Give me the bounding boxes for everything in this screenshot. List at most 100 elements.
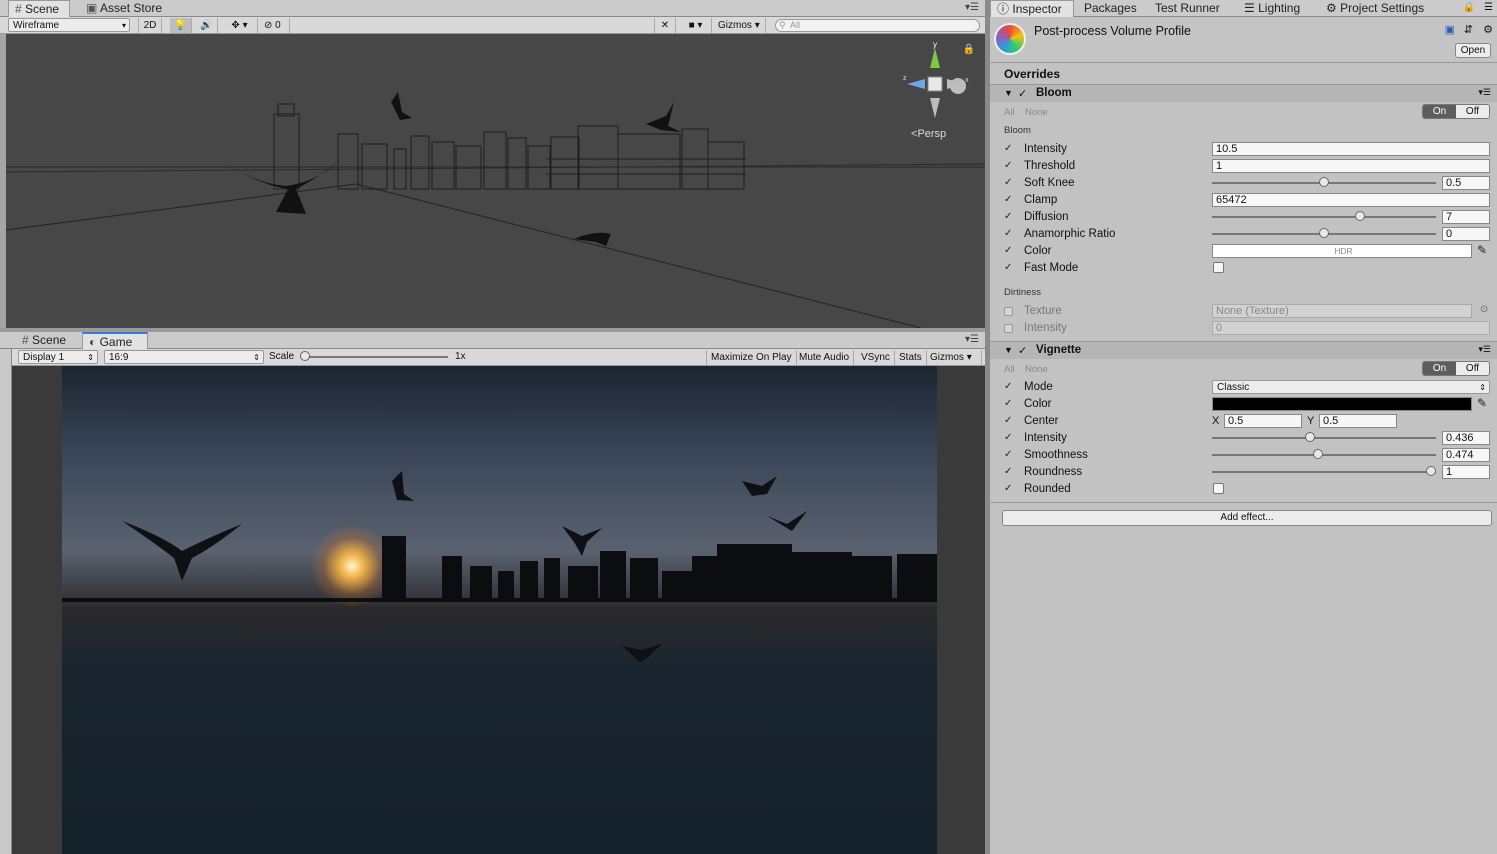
foldout-arrow-icon[interactable]: ▼ bbox=[1004, 88, 1013, 98]
lighting-toggle-icon[interactable]: 💡 bbox=[170, 18, 192, 33]
tab-inspector[interactable]: ⓘ Inspector bbox=[990, 0, 1074, 17]
eyedropper-icon[interactable]: ✎ bbox=[1477, 396, 1487, 410]
override-checkbox[interactable]: ✓ bbox=[1004, 144, 1014, 154]
tab-test-runner[interactable]: Test Runner bbox=[1149, 0, 1226, 17]
vignette-enabled-checkbox[interactable]: ✓ bbox=[1018, 344, 1027, 357]
tab-game[interactable]: ◐ Game bbox=[82, 332, 148, 349]
vignette-all-link[interactable]: All bbox=[1004, 364, 1015, 375]
preset-icon[interactable]: ⇵ bbox=[1464, 23, 1473, 36]
scene-viewport[interactable]: 🔒 y z x <Persp bbox=[6, 34, 985, 328]
anamorphic-field[interactable]: 0 bbox=[1442, 227, 1490, 241]
rounded-checkbox[interactable] bbox=[1213, 483, 1224, 494]
section-menu-icon[interactable]: ▾☰ bbox=[1478, 344, 1491, 355]
scale-slider[interactable] bbox=[300, 349, 448, 365]
tab-packages[interactable]: Packages bbox=[1078, 0, 1143, 17]
panel-menu-icon[interactable]: ▾☰ bbox=[965, 2, 979, 13]
draw-mode-dropdown[interactable]: Wireframe ▾ bbox=[8, 18, 130, 32]
anamorphic-slider[interactable] bbox=[1212, 226, 1436, 242]
section-menu-icon[interactable]: ▾☰ bbox=[1478, 87, 1491, 98]
scene-search-input[interactable]: ⚲ All bbox=[775, 19, 980, 32]
stats-button[interactable]: Stats bbox=[895, 350, 927, 365]
vignette-color-swatch[interactable] bbox=[1212, 397, 1472, 411]
center-x-field[interactable]: 0.5 bbox=[1224, 414, 1302, 428]
bloom-color-swatch[interactable]: HDR bbox=[1212, 244, 1472, 258]
soft-knee-slider[interactable] bbox=[1212, 175, 1436, 191]
override-checkbox[interactable]: ✓ bbox=[1004, 246, 1014, 256]
on-option[interactable]: On bbox=[1423, 362, 1456, 375]
override-checkbox[interactable]: ✓ bbox=[1004, 229, 1014, 239]
vignette-intensity-field[interactable]: 0.436 bbox=[1442, 431, 1490, 445]
mute-audio-button[interactable]: Mute Audio bbox=[795, 350, 855, 365]
bloom-all-link[interactable]: All bbox=[1004, 107, 1015, 118]
override-checkbox[interactable]: ✓ bbox=[1004, 416, 1014, 426]
bloom-enabled-checkbox[interactable]: ✓ bbox=[1018, 87, 1027, 100]
soft-knee-field[interactable]: 0.5 bbox=[1442, 176, 1490, 190]
center-y-field[interactable]: 0.5 bbox=[1319, 414, 1397, 428]
override-checkbox[interactable]: ✓ bbox=[1004, 212, 1014, 222]
on-option[interactable]: On bbox=[1423, 105, 1456, 118]
tab-lighting[interactable]: ☰ Lighting bbox=[1238, 0, 1306, 17]
orientation-gizmo[interactable]: y z x bbox=[903, 40, 973, 120]
scale-thumb[interactable] bbox=[300, 351, 310, 361]
help-icon[interactable]: ▣ bbox=[1445, 23, 1455, 36]
vignette-onoff-toggle[interactable]: On Off bbox=[1422, 361, 1490, 376]
2d-toggle[interactable]: 2D bbox=[138, 18, 162, 33]
override-checkbox[interactable] bbox=[1004, 324, 1013, 333]
maximize-on-play-button[interactable]: Maximize On Play bbox=[706, 350, 797, 365]
slider-thumb[interactable] bbox=[1313, 449, 1324, 459]
camera-icon[interactable]: ■ ▾ bbox=[680, 18, 712, 33]
bloom-threshold-field[interactable]: 1 bbox=[1212, 159, 1490, 173]
tab-project-settings[interactable]: ⚙ Project Settings bbox=[1320, 0, 1430, 17]
off-option[interactable]: Off bbox=[1456, 362, 1489, 375]
override-checkbox[interactable]: ✓ bbox=[1004, 382, 1014, 392]
vsync-button[interactable]: VSync bbox=[857, 350, 895, 365]
tab-asset-store[interactable]: ▣ Asset Store bbox=[80, 0, 168, 17]
roundness-slider[interactable] bbox=[1212, 464, 1436, 480]
slider-thumb[interactable] bbox=[1354, 211, 1365, 221]
override-checkbox[interactable]: ✓ bbox=[1004, 195, 1014, 205]
lock-icon[interactable]: 🔒 bbox=[1463, 2, 1475, 13]
override-checkbox[interactable]: ✓ bbox=[1004, 484, 1014, 494]
open-button[interactable]: Open bbox=[1455, 43, 1491, 58]
bloom-intensity-field[interactable]: 10.5 bbox=[1212, 142, 1490, 156]
bloom-clamp-field[interactable]: 65472 bbox=[1212, 193, 1490, 207]
persp-label[interactable]: <Persp bbox=[911, 128, 946, 140]
aspect-dropdown[interactable]: 16:9 ⇕ bbox=[104, 350, 264, 364]
tab-scene-2[interactable]: # Scene bbox=[16, 332, 72, 349]
panel-menu-icon[interactable]: ▾☰ bbox=[965, 334, 979, 345]
diffusion-slider[interactable] bbox=[1212, 209, 1436, 225]
object-picker-icon[interactable]: ⊙ bbox=[1480, 304, 1488, 315]
smoothness-field[interactable]: 0.474 bbox=[1442, 448, 1490, 462]
display-dropdown[interactable]: Display 1 ⇕ bbox=[18, 350, 98, 364]
vignette-intensity-slider[interactable] bbox=[1212, 430, 1436, 446]
override-checkbox[interactable]: ✓ bbox=[1004, 399, 1014, 409]
add-effect-button[interactable]: Add effect... bbox=[1002, 510, 1492, 526]
override-checkbox[interactable]: ✓ bbox=[1004, 178, 1014, 188]
roundness-field[interactable]: 1 bbox=[1442, 465, 1490, 479]
slider-thumb[interactable] bbox=[1426, 466, 1436, 476]
override-checkbox[interactable]: ✓ bbox=[1004, 433, 1014, 443]
audio-toggle-icon[interactable]: 🔊 bbox=[196, 18, 218, 33]
gizmos-dropdown[interactable]: Gizmos ▾ bbox=[714, 18, 766, 33]
fast-mode-checkbox[interactable] bbox=[1213, 262, 1224, 273]
bloom-header[interactable]: ▼ ✓ Bloom ▾☰ bbox=[990, 84, 1497, 102]
smoothness-slider[interactable] bbox=[1212, 447, 1436, 463]
vignette-header[interactable]: ▼ ✓ Vignette ▾☰ bbox=[990, 341, 1497, 359]
tab-scene[interactable]: # Scene bbox=[8, 0, 70, 17]
foldout-arrow-icon[interactable]: ▼ bbox=[1004, 345, 1013, 355]
effects-toggle-icon[interactable]: ✥ ▾ bbox=[222, 18, 258, 33]
eyedropper-icon[interactable]: ✎ bbox=[1477, 243, 1487, 257]
override-checkbox[interactable]: ✓ bbox=[1004, 263, 1014, 273]
diffusion-field[interactable]: 7 bbox=[1442, 210, 1490, 224]
hidden-objects-toggle[interactable]: ⊘ 0 bbox=[260, 18, 290, 33]
game-view[interactable] bbox=[12, 366, 985, 854]
game-gizmos-dropdown[interactable]: Gizmos ▾ bbox=[926, 350, 982, 365]
bloom-none-link[interactable]: None bbox=[1025, 107, 1048, 118]
vignette-none-link[interactable]: None bbox=[1025, 364, 1048, 375]
tools-icon[interactable]: ✕ bbox=[654, 18, 676, 33]
vignette-mode-dropdown[interactable]: Classic ⇕ bbox=[1212, 380, 1490, 394]
override-checkbox[interactable]: ✓ bbox=[1004, 467, 1014, 477]
slider-thumb[interactable] bbox=[1319, 228, 1329, 238]
dirt-intensity-field[interactable]: 0 bbox=[1212, 321, 1490, 335]
settings-icon[interactable]: ⚙ bbox=[1483, 23, 1493, 36]
